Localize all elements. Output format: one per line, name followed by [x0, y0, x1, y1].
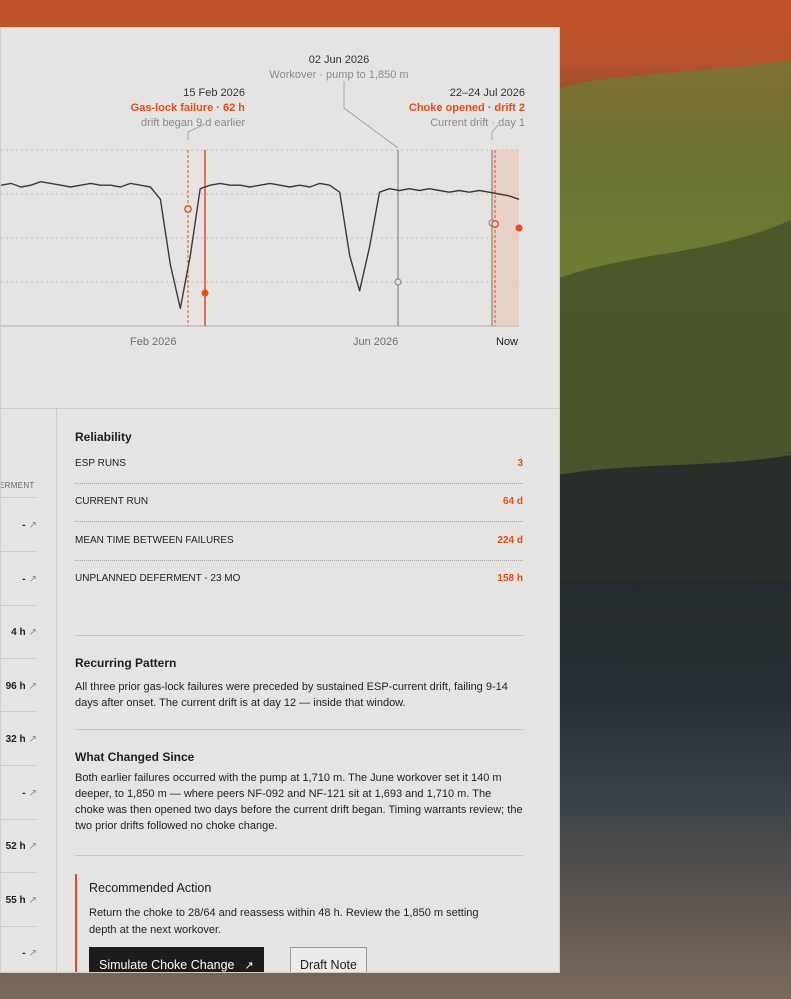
reliability-title: Reliability	[75, 430, 132, 444]
external-link-icon[interactable]: ↗	[29, 788, 37, 799]
what-changed-title: What Changed Since	[75, 750, 195, 764]
current-drift-region	[492, 150, 519, 326]
chart-bottom-divider	[1, 408, 559, 409]
current-drift-marker	[491, 220, 499, 228]
x-tick-feb-2026: Feb 2026	[130, 336, 177, 348]
gaslock-annotation: 15 Feb 2026 Gas-lock failure · 62 h drif…	[131, 86, 245, 131]
table-row[interactable]: - ↗	[1, 574, 37, 585]
gaslock-date: 15 Feb 2026	[183, 87, 245, 99]
gaslock-label: Gas-lock failure · 62 h	[130, 102, 245, 114]
table-row[interactable]: - ↗	[1, 788, 37, 799]
recommended-action-card: Recommended Action Return the choke to 2…	[75, 874, 525, 972]
workover-date: 02 Jun 2026	[308, 54, 370, 66]
gaslock-failure-marker	[201, 289, 209, 297]
well-detail-panel: 02 Jun 2026 Workover · pump to 1,850 m 1…	[0, 27, 560, 973]
draft-note-button[interactable]: Draft Note	[290, 947, 367, 972]
external-link-icon[interactable]: ↗	[29, 734, 37, 745]
metric-unplanned-deferment: UNPLANNED DEFERMENT - 23 MO 158 h	[75, 573, 523, 584]
table-row[interactable]: 52 h ↗	[1, 841, 37, 852]
recurring-pattern-title: Recurring Pattern	[75, 656, 177, 670]
gaslock-note: drift began 9 d earlier	[141, 117, 245, 129]
background-hills	[531, 60, 791, 580]
table-row[interactable]: 96 h ↗	[1, 681, 37, 692]
choke-note: Current drift · day 1	[430, 117, 525, 129]
table-row[interactable]: - ↗	[1, 948, 37, 959]
workover-label: Workover · pump to 1,850 m	[269, 69, 409, 81]
column-divider	[56, 408, 57, 972]
external-link-icon[interactable]: ↗	[29, 948, 37, 959]
table-row[interactable]: - ↗	[1, 520, 37, 531]
external-link-icon[interactable]: ↗	[29, 841, 37, 852]
external-link-icon[interactable]: ↗	[29, 627, 37, 638]
workover-annotation: 02 Jun 2026 Workover · pump to 1,850 m	[263, 53, 415, 83]
external-link-icon[interactable]: ↗	[29, 574, 37, 585]
deferment-column-header: ERMENT	[0, 481, 35, 490]
esp-current-chart	[1, 81, 523, 327]
recurring-pattern-text: All three prior gas-lock failures were p…	[75, 681, 508, 709]
choke-annotation: 22–24 Jul 2026 Choke opened · drift 2 Cu…	[405, 86, 525, 131]
recommended-action-text: Return the choke to 28/64 and reassess w…	[89, 907, 479, 936]
workover-leader	[343, 81, 399, 149]
table-row[interactable]: 4 h ↗	[1, 627, 37, 638]
choke-label: Choke opened · drift 2	[408, 102, 525, 114]
external-link-icon[interactable]: ↗	[29, 681, 37, 692]
table-row[interactable]: 32 h ↗	[1, 734, 37, 745]
table-row[interactable]: 55 h ↗	[1, 895, 37, 906]
metric-mtbf: MEAN TIME BETWEEN FAILURES 224 d	[75, 535, 523, 546]
external-link-icon: ↗	[244, 960, 254, 972]
metric-esp-runs: ESP RUNS 3	[75, 458, 523, 469]
x-tick-now: Now	[496, 336, 519, 348]
simulate-choke-change-button[interactable]: Simulate Choke Change ↗	[89, 947, 264, 972]
now-marker	[515, 224, 523, 232]
esp-current-series-line	[1, 181, 520, 310]
x-tick-jun-2026: Jun 2026	[353, 336, 399, 348]
recommended-action-title: Recommended Action	[89, 881, 212, 895]
what-changed-text: Both earlier failures occurred with the …	[75, 772, 523, 832]
metric-current-run: CURRENT RUN 64 d	[75, 496, 523, 507]
external-link-icon[interactable]: ↗	[29, 895, 37, 906]
workover-marker	[394, 278, 402, 286]
simulate-button-label: Simulate Choke Change	[99, 958, 235, 972]
external-link-icon[interactable]: ↗	[29, 520, 37, 531]
gaslock-drift-start-marker	[184, 205, 192, 213]
choke-date: 22–24 Jul 2026	[449, 87, 525, 99]
